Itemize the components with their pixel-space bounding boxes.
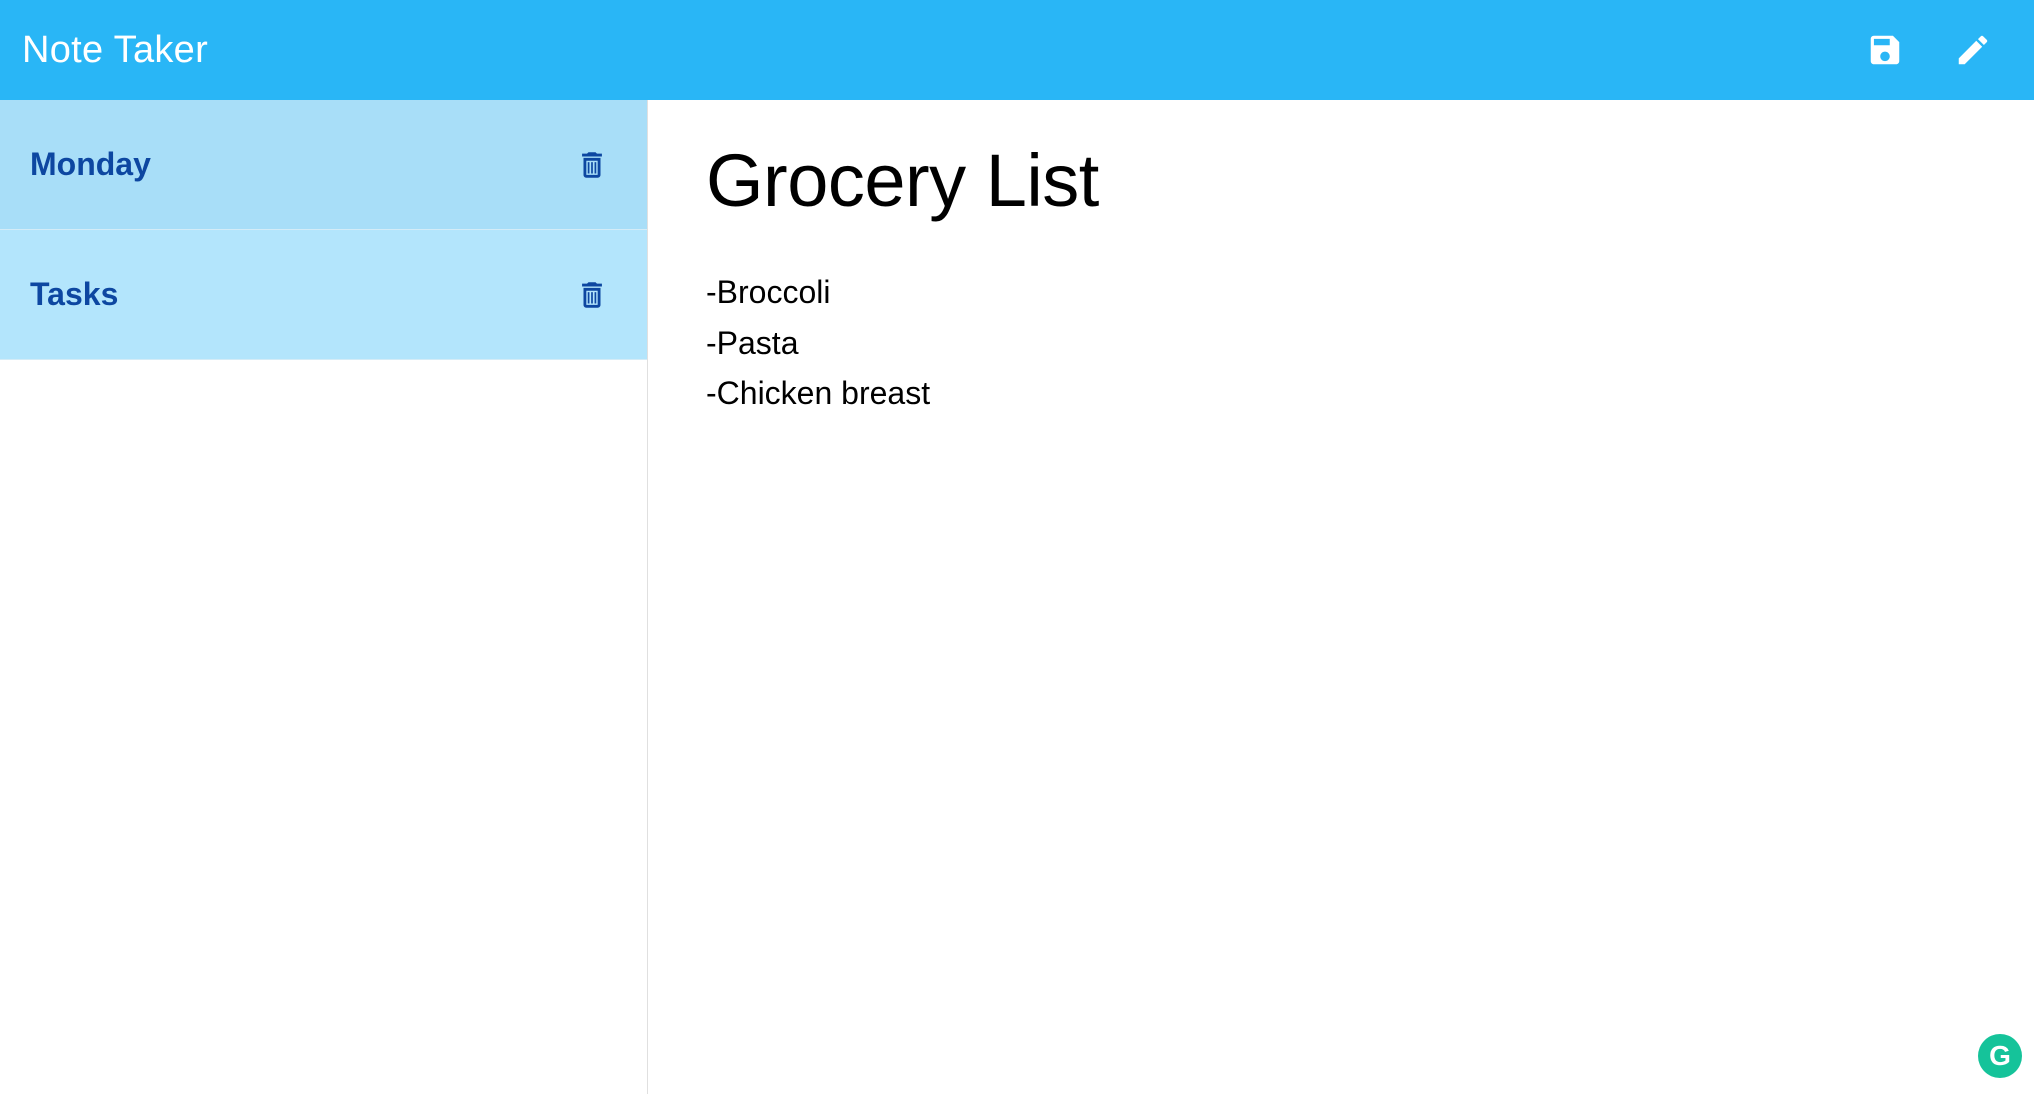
note-title: Grocery List (706, 138, 1976, 223)
sidebar-item-label: Tasks (30, 276, 118, 313)
note-body: -Broccoli -Pasta -Chicken breast (706, 267, 1976, 419)
grammarly-glyph: G (1989, 1040, 2011, 1072)
sidebar-item-monday[interactable]: Monday (0, 100, 647, 230)
trash-icon[interactable] (575, 145, 609, 185)
edit-icon[interactable] (1954, 31, 1992, 69)
note-line: -Pasta (706, 318, 1976, 369)
app-header: Note Taker (0, 0, 2034, 100)
sidebar-item-tasks[interactable]: Tasks (0, 230, 647, 360)
sidebar: Monday Tasks (0, 100, 648, 1094)
sidebar-item-label: Monday (30, 146, 151, 183)
note-editor: Grocery List -Broccoli -Pasta -Chicken b… (648, 100, 2034, 1094)
save-icon[interactable] (1866, 31, 1904, 69)
app-title: Note Taker (22, 29, 208, 72)
trash-icon[interactable] (575, 275, 609, 315)
grammarly-icon[interactable]: G (1978, 1034, 2022, 1078)
header-actions (1866, 31, 2006, 69)
note-line: -Broccoli (706, 267, 1976, 318)
app-body: Monday Tasks Grocery List -Broccoli -Pas… (0, 100, 2034, 1094)
note-line: -Chicken breast (706, 368, 1976, 419)
